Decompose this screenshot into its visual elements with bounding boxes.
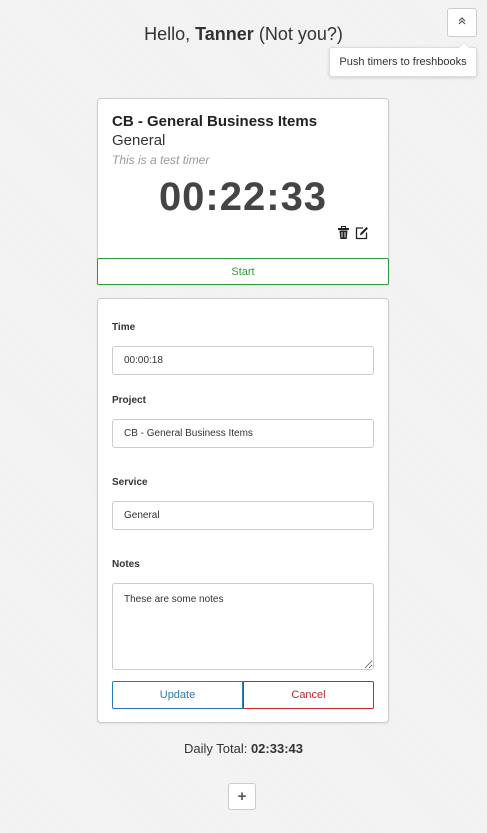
project-label: Project [112,395,146,406]
notes-textarea[interactable]: These are some notes [112,583,374,670]
service-label: Service [112,477,148,488]
time-label: Time [112,322,136,333]
cancel-button[interactable]: Cancel [243,681,374,709]
notes-label: Notes [112,559,140,570]
service-input[interactable] [112,501,374,530]
timer-project: CB - General Business Items [112,113,318,130]
greeting-prefix: Hello, [144,24,191,44]
push-timers-button[interactable] [447,8,477,37]
start-button[interactable]: Start [97,258,389,285]
edit-icon[interactable] [355,226,369,240]
chevron-double-up-icon [458,17,466,28]
add-timer-button[interactable]: + [228,783,256,810]
time-input[interactable] [112,346,374,375]
daily-total-label: Daily Total: [183,741,248,756]
project-input[interactable] [112,419,374,448]
update-button[interactable]: Update [112,681,243,709]
greeting: Hello, Tanner (Not you?) [0,24,487,45]
trash-icon[interactable] [337,226,351,240]
timer-clock: 00:22:33 [158,175,328,219]
user-name: Tanner [195,24,254,44]
not-you-link[interactable]: (Not you?) [259,24,343,44]
daily-total-value: 02:33:43 [250,741,303,756]
timer-notes: This is a test timer [112,153,210,167]
edit-form: Time Project Service Notes These are som… [97,298,389,723]
push-tooltip: Push timers to freshbooks [329,42,477,77]
plus-icon: + [237,788,247,805]
timer-card: CB - General Business Items General This… [97,98,389,285]
daily-total: Daily Total: 02:33:43 [0,741,487,756]
timer-service: General [112,132,166,149]
